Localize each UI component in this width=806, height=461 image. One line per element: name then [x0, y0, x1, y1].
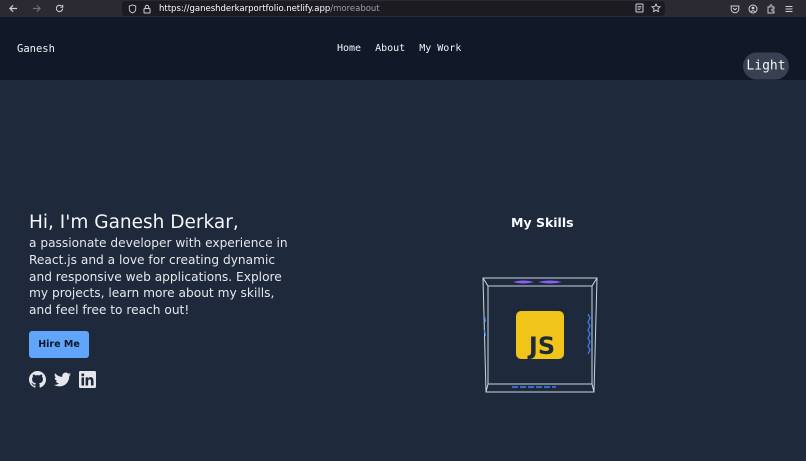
nav-about-link[interactable]: About	[375, 43, 405, 54]
nav-my-work-link[interactable]: My Work	[419, 43, 461, 54]
extensions-icon[interactable]	[766, 3, 776, 15]
social-links	[29, 371, 96, 388]
hero-description: a passionate developer with experience i…	[29, 236, 288, 318]
browser-toolbar-right	[730, 0, 794, 17]
url-text[interactable]: https://ganeshderkarportfolio.netlify.ap…	[159, 4, 380, 14]
hamburger-menu-icon[interactable]	[784, 3, 794, 15]
cube-top-logo	[513, 280, 562, 284]
skills-cube[interactable]: JS	[480, 274, 600, 396]
javascript-logo: JS	[516, 311, 564, 360]
hero-title: Hi, I'm Ganesh Derkar,	[29, 212, 239, 233]
lock-icon[interactable]	[143, 4, 151, 14]
github-icon[interactable]	[29, 371, 46, 388]
skills-title: My Skills	[511, 215, 574, 230]
reload-icon	[55, 4, 63, 13]
cube-right-logo	[587, 313, 591, 355]
brand-logo-text[interactable]: Ganesh	[17, 43, 55, 55]
reader-view-icon[interactable]	[634, 2, 644, 14]
url-path: /moreabout	[330, 3, 380, 14]
arrow-right-icon	[32, 4, 41, 13]
shield-icon[interactable]	[128, 3, 137, 14]
site-header: Ganesh Home About My Work Light	[0, 17, 806, 80]
pocket-icon[interactable]	[730, 3, 740, 15]
reload-button[interactable]	[52, 2, 66, 16]
hire-me-button[interactable]: Hire Me	[29, 331, 89, 358]
javascript-logo-text: JS	[527, 332, 555, 360]
linkedin-icon[interactable]	[79, 371, 96, 388]
browser-toolbar: https://ganeshderkarportfolio.netlify.ap…	[0, 0, 806, 17]
back-button[interactable]	[6, 2, 20, 16]
url-bar-actions	[634, 2, 661, 14]
forward-button[interactable]	[29, 2, 43, 16]
url-bar[interactable]: https://ganeshderkarportfolio.netlify.ap…	[122, 1, 665, 16]
arrow-left-icon	[8, 4, 17, 13]
account-icon[interactable]	[748, 3, 758, 15]
nav-home-link[interactable]: Home	[337, 43, 361, 54]
theme-toggle-button[interactable]: Light	[743, 52, 789, 80]
star-icon[interactable]	[651, 2, 661, 14]
main-nav: Home About My Work	[337, 43, 461, 54]
url-host: https://ganeshderkarportfolio.netlify.ap…	[159, 3, 331, 14]
twitter-icon[interactable]	[54, 371, 71, 388]
